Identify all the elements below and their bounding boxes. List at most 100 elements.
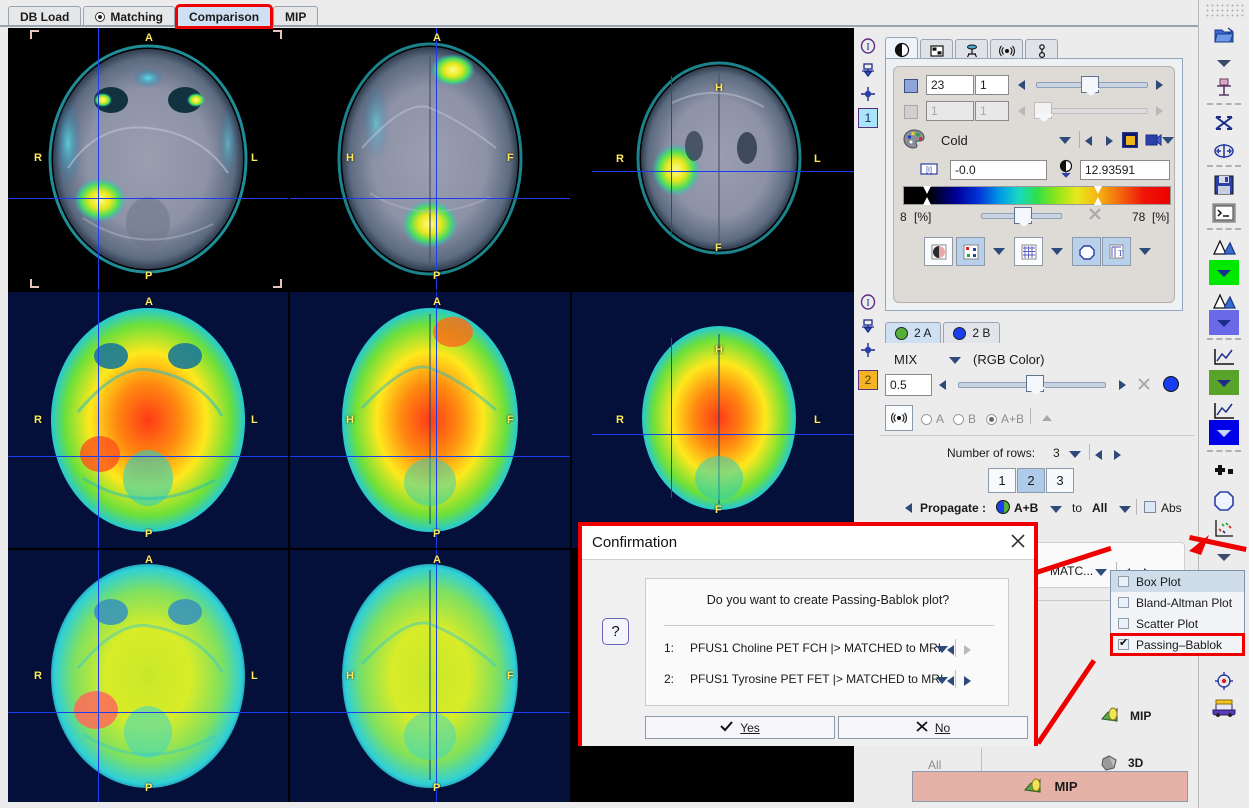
- colormap-next-button[interactable]: [1106, 136, 1113, 146]
- fusion-alpha-next-button[interactable]: [1119, 380, 1126, 390]
- add-vois-icon[interactable]: [1209, 458, 1239, 483]
- mirror-icon[interactable]: [1209, 138, 1239, 163]
- grid-dropdown-icon[interactable]: [1051, 248, 1063, 255]
- pin-icon[interactable]: [1209, 75, 1239, 100]
- fusion-alpha-reset-icon[interactable]: [1137, 377, 1151, 394]
- car-icon[interactable]: [1209, 694, 1239, 719]
- octagon-voi-icon[interactable]: [1209, 488, 1239, 513]
- rows-next-button[interactable]: [1114, 450, 1121, 460]
- image-cell-r2c1[interactable]: A P R L: [8, 292, 288, 548]
- invert-colormap-icon[interactable]: [1122, 132, 1138, 148]
- layout-icon-2[interactable]: [858, 316, 878, 336]
- grid-button[interactable]: [1014, 237, 1043, 266]
- abs-checkbox[interactable]: [1144, 501, 1156, 513]
- reset-threshold-icon[interactable]: [1088, 207, 1102, 224]
- annotation-dropdown-icon[interactable]: [1139, 248, 1151, 255]
- colormap-prev-button[interactable]: [1085, 136, 1092, 146]
- image-cell-r1c1[interactable]: A P R L: [8, 28, 288, 290]
- image-cell-r1c2[interactable]: A P H F: [290, 28, 570, 290]
- menu-item-scatter-plot[interactable]: Scatter Plot: [1111, 613, 1244, 634]
- fusion-blend-button[interactable]: [885, 405, 913, 431]
- dialog-row-2-next-button[interactable]: [964, 676, 971, 686]
- propagate-source-dropdown-icon[interactable]: [1050, 506, 1062, 513]
- fusion-mode-dropdown-icon[interactable]: [949, 357, 961, 364]
- image-cell-r3c2[interactable]: A P H F: [290, 550, 570, 802]
- row-button-2[interactable]: 2: [1017, 468, 1045, 493]
- colormap-more-icon[interactable]: [1162, 137, 1174, 144]
- menu-item-passing-bablok[interactable]: Passing–Bablok: [1110, 633, 1245, 656]
- contour-button[interactable]: [1072, 237, 1101, 266]
- mip-action-button[interactable]: MIP: [912, 771, 1188, 802]
- green-dropdown-icon[interactable]: [1209, 260, 1239, 285]
- mip-toggle[interactable]: MIP: [1099, 706, 1151, 726]
- no-button[interactable]: No: [838, 716, 1028, 739]
- menu-item-box-plot[interactable]: Box Plot: [1111, 571, 1244, 592]
- crosshair-icon-1[interactable]: [858, 84, 878, 104]
- threshold-slider-thumb[interactable]: [1014, 207, 1032, 224]
- image-cell-r3c1[interactable]: A P R L: [8, 550, 288, 802]
- color-bar-upper-marker[interactable]: [1094, 186, 1102, 205]
- console-icon[interactable]: [1209, 200, 1239, 225]
- save-disk-icon[interactable]: [1209, 172, 1239, 197]
- fusion-color-dot[interactable]: [1163, 376, 1179, 392]
- dialog-row-2-prev-button[interactable]: [947, 676, 954, 686]
- image-cell-r1c3[interactable]: H F R L: [572, 28, 854, 290]
- tab-matching[interactable]: Matching: [83, 6, 176, 27]
- slate-dropdown-icon[interactable]: [1209, 310, 1239, 335]
- viewport-index-1[interactable]: 1: [858, 108, 878, 128]
- blue-dropdown-icon[interactable]: [1209, 420, 1239, 445]
- color-bar[interactable]: [903, 186, 1171, 205]
- green2-dropdown-icon[interactable]: [1209, 370, 1239, 395]
- menu-item-bland-altman-plot[interactable]: Bland-Altman Plot: [1111, 592, 1244, 613]
- fusion-alpha-prev-button[interactable]: [939, 380, 946, 390]
- toolbar-grip[interactable]: [1205, 3, 1245, 17]
- channel-radio-b[interactable]: B: [953, 412, 976, 426]
- scatter-icon[interactable]: [1209, 516, 1239, 541]
- rows-dropdown-icon[interactable]: [1069, 451, 1081, 458]
- shuffle-icon[interactable]: [1209, 110, 1239, 135]
- row-button-1[interactable]: 1: [988, 468, 1016, 493]
- info-icon-2[interactable]: I: [858, 292, 878, 312]
- chart-icon[interactable]: [1209, 344, 1239, 369]
- slice-color-swatch[interactable]: [904, 79, 918, 93]
- image-cell-r2c3[interactable]: H F R L: [572, 292, 854, 548]
- tab-comparison[interactable]: Comparison: [175, 4, 274, 29]
- row-button-3[interactable]: 3: [1046, 468, 1074, 493]
- histogram-icon[interactable]: [1209, 234, 1239, 259]
- slice-prev-button[interactable]: [1018, 80, 1025, 90]
- help-icon[interactable]: ?: [602, 618, 629, 645]
- close-icon[interactable]: [1010, 533, 1026, 552]
- 3d-toggle[interactable]: 3D: [1099, 754, 1143, 772]
- crosshair-icon-2[interactable]: [858, 340, 878, 360]
- viewport-index-2[interactable]: 2: [858, 370, 878, 390]
- series-tab-2a[interactable]: 2 A: [885, 322, 942, 343]
- tab-mip[interactable]: MIP: [273, 6, 319, 27]
- interpolation-button[interactable]: [956, 237, 985, 266]
- matched-combo-dropdown-icon[interactable]: [1095, 569, 1107, 576]
- interpolation-dropdown-icon[interactable]: [993, 248, 1005, 255]
- annotation-button[interactable]: T: [1102, 237, 1131, 266]
- info-icon-1[interactable]: I: [858, 36, 878, 56]
- fusion-alpha-slider-thumb[interactable]: [1026, 375, 1044, 392]
- layout-icon-1[interactable]: [858, 60, 878, 80]
- palette-icon[interactable]: [903, 129, 925, 152]
- tab-db-load[interactable]: DB Load: [8, 6, 82, 27]
- open-folder-icon[interactable]: [1209, 22, 1239, 47]
- image-cell-r2c2[interactable]: A P H F: [290, 292, 570, 548]
- colormap-dropdown-icon[interactable]: [1059, 137, 1071, 144]
- channel-radio-a[interactable]: A: [921, 412, 944, 426]
- channel-radio-ab[interactable]: A+B: [986, 412, 1024, 426]
- yes-button[interactable]: Yes: [645, 716, 835, 739]
- series-tab-2b[interactable]: 2 B: [943, 322, 1001, 343]
- propagate-prev-button[interactable]: [905, 503, 912, 513]
- channel-collapse-icon[interactable]: [1042, 415, 1052, 421]
- colormap-edit-icon[interactable]: [1144, 131, 1162, 152]
- smoothing-button[interactable]: [924, 237, 953, 266]
- propagate-target-dropdown-icon[interactable]: [1119, 506, 1131, 513]
- dialog-row-1-prev-button[interactable]: [947, 645, 954, 655]
- rows-prev-button[interactable]: [1095, 450, 1102, 460]
- chevron-down-icon[interactable]: [1209, 50, 1239, 75]
- slice-slider-thumb[interactable]: [1081, 76, 1099, 93]
- color-bar-lower-marker[interactable]: [923, 186, 931, 205]
- slice-next-button[interactable]: [1156, 80, 1163, 90]
